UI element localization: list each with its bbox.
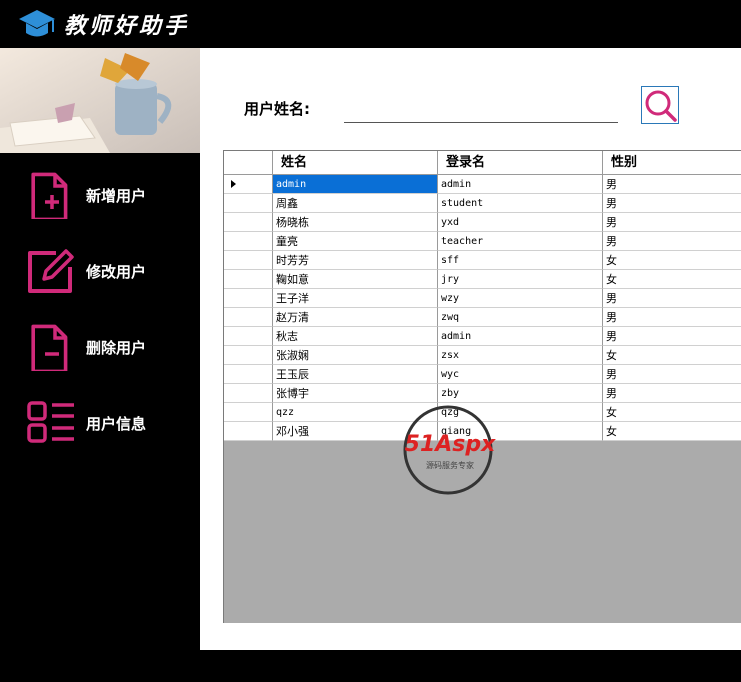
file-add-icon	[31, 172, 68, 219]
search-label: 用户姓名:	[244, 100, 310, 118]
row-header[interactable]	[224, 194, 273, 213]
row-header-corner	[224, 151, 273, 175]
cell-name[interactable]: 童亮	[273, 232, 438, 251]
table-row[interactable]: 杨晓栋 yxd 男	[224, 213, 741, 232]
row-header[interactable]	[224, 213, 273, 232]
table-row[interactable]: 赵万清 zwq 男	[224, 308, 741, 327]
cell-name[interactable]: 秋志	[273, 327, 438, 346]
nav-label-edit-user: 修改用户	[86, 263, 147, 281]
cell-login[interactable]: wyc	[438, 365, 603, 384]
main-panel: 用户姓名: 姓名 登录名 性别 admin admin 男周鑫 student 男杨晓栋…	[200, 48, 741, 650]
cell-gender[interactable]: 男	[603, 175, 741, 194]
table-row[interactable]: 周鑫 student 男	[224, 194, 741, 213]
banner-image	[0, 48, 200, 153]
cell-gender[interactable]: 女	[603, 422, 741, 441]
nav-item-user-info[interactable]: 用户信息	[0, 389, 200, 451]
watermark-logo: 51Aspx 源码服务专家	[388, 404, 512, 496]
row-header[interactable]	[224, 175, 273, 194]
cell-login[interactable]: zsx	[438, 346, 603, 365]
row-header[interactable]	[224, 308, 273, 327]
file-remove-icon	[31, 324, 68, 371]
cell-login[interactable]: sff	[438, 251, 603, 270]
table-row[interactable]: 张淑娴 zsx 女	[224, 346, 741, 365]
cell-name[interactable]: 鞠如意	[273, 270, 438, 289]
nav-label-delete-user: 删除用户	[86, 339, 147, 357]
cell-login[interactable]: yxd	[438, 213, 603, 232]
cell-name[interactable]: 时芳芳	[273, 251, 438, 270]
row-header[interactable]	[224, 327, 273, 346]
nav-item-delete-user[interactable]: 删除用户	[0, 313, 200, 375]
column-header-login[interactable]: 登录名	[438, 151, 603, 175]
search-button[interactable]	[641, 86, 679, 124]
watermark-tagline: 源码服务专家	[426, 461, 474, 470]
edit-icon	[28, 249, 74, 293]
nav-label-add-user: 新增用户	[86, 187, 147, 205]
row-header[interactable]	[224, 365, 273, 384]
cell-login[interactable]: admin	[438, 175, 603, 194]
cell-name[interactable]: 周鑫	[273, 194, 438, 213]
cell-gender[interactable]: 女	[603, 270, 741, 289]
app-title: 教师好助手	[64, 13, 190, 39]
cell-name[interactable]: 赵万清	[273, 308, 438, 327]
cell-login[interactable]: zby	[438, 384, 603, 403]
title-bar: 教师好助手	[0, 0, 741, 48]
row-header[interactable]	[224, 289, 273, 308]
table-header: 姓名 登录名 性别	[224, 151, 741, 175]
table-row[interactable]: 童亮 teacher 男	[224, 232, 741, 251]
table-row[interactable]: 鞠如意 jry 女	[224, 270, 741, 289]
row-header[interactable]	[224, 270, 273, 289]
table-row[interactable]: 秋志 admin 男	[224, 327, 741, 346]
sidebar: 新增用户 修改用户 删除用户 用户信息	[0, 153, 200, 682]
cell-gender[interactable]: 女	[603, 346, 741, 365]
cell-gender[interactable]: 男	[603, 308, 741, 327]
cell-gender[interactable]: 男	[603, 365, 741, 384]
row-header[interactable]	[224, 403, 273, 422]
cell-name[interactable]: 张博宇	[273, 384, 438, 403]
nav-item-edit-user[interactable]: 修改用户	[0, 237, 200, 299]
cell-gender[interactable]: 女	[603, 251, 741, 270]
cell-gender[interactable]: 男	[603, 213, 741, 232]
cell-gender[interactable]: 男	[603, 289, 741, 308]
cell-gender[interactable]: 男	[603, 327, 741, 346]
graduation-cap-icon	[19, 10, 55, 37]
row-header[interactable]	[224, 422, 273, 441]
current-row-arrow-icon	[231, 180, 236, 188]
cell-name[interactable]: 杨晓栋	[273, 213, 438, 232]
cell-name[interactable]: 王子洋	[273, 289, 438, 308]
row-header[interactable]	[224, 384, 273, 403]
cell-name[interactable]: admin	[273, 175, 438, 194]
cell-name[interactable]: 王玉辰	[273, 365, 438, 384]
cell-login[interactable]: admin	[438, 327, 603, 346]
user-table[interactable]: 姓名 登录名 性别 admin admin 男周鑫 student 男杨晓栋 yxd 男童亮…	[223, 150, 741, 623]
list-icon	[27, 401, 74, 443]
cell-name[interactable]: 张淑娴	[273, 346, 438, 365]
search-icon	[645, 90, 677, 122]
nav-label-user-info: 用户信息	[86, 415, 147, 433]
search-input[interactable]	[344, 100, 618, 123]
cell-gender[interactable]: 男	[603, 194, 741, 213]
cell-gender[interactable]: 男	[603, 384, 741, 403]
row-header[interactable]	[224, 251, 273, 270]
cell-login[interactable]: teacher	[438, 232, 603, 251]
table-row[interactable]: 王子洋 wzy 男	[224, 289, 741, 308]
cell-gender[interactable]: 女	[603, 403, 741, 422]
table-row[interactable]: admin admin 男	[224, 175, 741, 194]
row-header[interactable]	[224, 346, 273, 365]
table-row[interactable]: 张博宇 zby 男	[224, 384, 741, 403]
table-row[interactable]: 王玉辰 wyc 男	[224, 365, 741, 384]
nav-item-add-user[interactable]: 新增用户	[0, 161, 200, 223]
cell-login[interactable]: student	[438, 194, 603, 213]
row-header[interactable]	[224, 232, 273, 251]
cell-login[interactable]: jry	[438, 270, 603, 289]
table-row[interactable]: 时芳芳 sff 女	[224, 251, 741, 270]
column-header-name[interactable]: 姓名	[273, 151, 438, 175]
watermark-brand: 51Aspx	[404, 432, 496, 457]
column-header-gender[interactable]: 性别	[603, 151, 741, 175]
cell-login[interactable]: zwq	[438, 308, 603, 327]
cell-login[interactable]: wzy	[438, 289, 603, 308]
cell-gender[interactable]: 男	[603, 232, 741, 251]
